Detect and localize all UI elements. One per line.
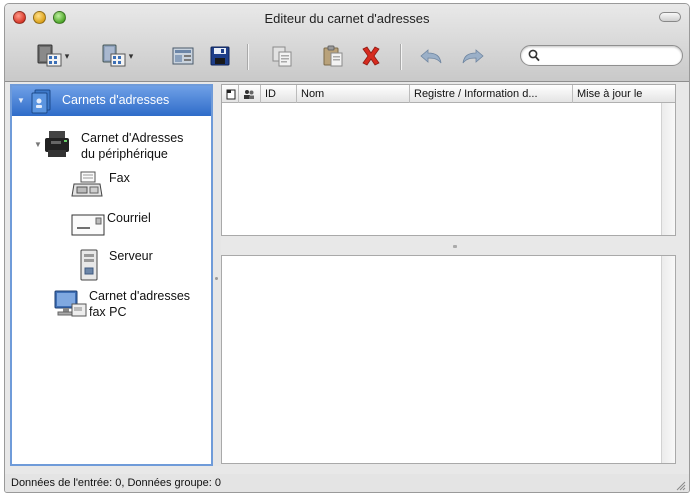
window-title: Editeur du carnet d'adresses	[264, 11, 430, 26]
tree-item-label-line1: Carnet d'Adresses	[81, 131, 184, 145]
vertical-splitter[interactable]	[213, 84, 221, 466]
tree-item-address-books[interactable]: ▼ Carnets d'adresses	[12, 86, 211, 116]
paste-button[interactable]	[318, 39, 348, 73]
column-header-registry-info[interactable]: Registre / Information d...	[410, 85, 573, 103]
tree-item-label: Carnets d'adresses	[62, 93, 170, 107]
tree-item-server[interactable]: Serveur	[12, 246, 211, 286]
redo-icon	[462, 49, 484, 64]
email-icon	[71, 214, 105, 236]
save-button[interactable]	[205, 39, 235, 73]
column-header-updated-on[interactable]: Mise à jour le	[573, 85, 661, 103]
entry-detail-pane	[221, 255, 676, 464]
delete-button[interactable]	[356, 39, 386, 73]
table-scrollbar[interactable]	[661, 103, 675, 235]
toolbar-separator	[247, 44, 248, 70]
copy-button[interactable]	[267, 39, 297, 73]
entries-table: ID Nom Registre / Information d... Mise …	[221, 84, 676, 236]
table-header: ID Nom Registre / Information d... Mise …	[222, 85, 675, 103]
tree-item-fax[interactable]: Fax	[12, 168, 211, 204]
disclosure-triangle-icon[interactable]: ▼	[34, 140, 42, 149]
tree-item-email[interactable]: Courriel	[12, 208, 211, 244]
tree-item-label: Courriel	[107, 211, 151, 225]
address-book-tree: ▼ Carnets d'adresses ▼ Carnet d'Adresses…	[10, 84, 213, 466]
chevron-down-icon: ▾	[128, 50, 134, 61]
toolbar-separator	[400, 44, 401, 70]
copy-icon	[272, 46, 292, 67]
status-text: Données de l'entrée: 0, Données groupe: …	[11, 477, 222, 489]
delete-icon	[362, 46, 380, 66]
new-group-icon	[102, 44, 126, 67]
column-header-entry-type[interactable]	[222, 85, 239, 103]
search-icon	[528, 49, 540, 62]
paste-icon	[323, 45, 343, 67]
column-header-id[interactable]: ID	[261, 85, 297, 103]
pc-fax-icon	[54, 290, 87, 317]
tree-item-label-line1: Carnet d'adresses	[89, 289, 191, 303]
redo-button[interactable]	[457, 39, 489, 73]
new-address-book-button[interactable]: ▾	[29, 39, 75, 73]
fax-icon	[71, 171, 103, 197]
chevron-down-icon: ▾	[64, 50, 70, 61]
column-header-group[interactable]	[239, 85, 261, 103]
printer-icon	[45, 131, 69, 157]
edit-icon	[172, 47, 194, 65]
edit-button[interactable]	[168, 39, 198, 73]
tree-item-label: Fax	[109, 171, 130, 185]
detail-scrollbar[interactable]	[661, 256, 675, 463]
search-input[interactable]	[543, 48, 675, 63]
toolbar-toggle-button[interactable]	[659, 12, 681, 22]
column-header-name[interactable]: Nom	[297, 85, 410, 103]
group-icon	[244, 89, 254, 99]
tree-item-label: Serveur	[109, 249, 153, 263]
tree-item-label-line2: fax PC	[89, 305, 127, 319]
undo-button[interactable]	[415, 39, 447, 73]
new-group-button[interactable]: ▾	[93, 39, 139, 73]
status-bar: Données de l'entrée: 0, Données groupe: …	[5, 474, 689, 492]
tree-item-label-line2: du périphérique	[81, 147, 168, 161]
title-toolbar-area: Editeur du carnet d'adresses ▾ ▾	[5, 4, 689, 82]
resize-grip-icon[interactable]	[675, 480, 686, 491]
splitter-grip	[453, 245, 457, 248]
new-address-book-icon	[37, 44, 62, 67]
undo-icon	[420, 49, 442, 64]
address-books-icon	[31, 89, 51, 114]
search-field[interactable]	[520, 45, 683, 66]
tree-item-pc-fax-address-book[interactable]: Carnet d'adresses fax PC	[12, 286, 211, 326]
save-icon	[210, 46, 230, 66]
horizontal-splitter[interactable]	[221, 237, 676, 255]
entry-type-icon	[226, 89, 236, 99]
server-icon	[80, 249, 98, 281]
address-book-editor-window: Editeur du carnet d'adresses ▾ ▾ ▼ Carne…	[4, 3, 690, 493]
tree-item-device-address-book[interactable]: ▼ Carnet d'Adresses du périphérique	[12, 126, 211, 164]
splitter-grip	[215, 277, 218, 280]
disclosure-triangle-icon[interactable]: ▼	[17, 96, 25, 105]
